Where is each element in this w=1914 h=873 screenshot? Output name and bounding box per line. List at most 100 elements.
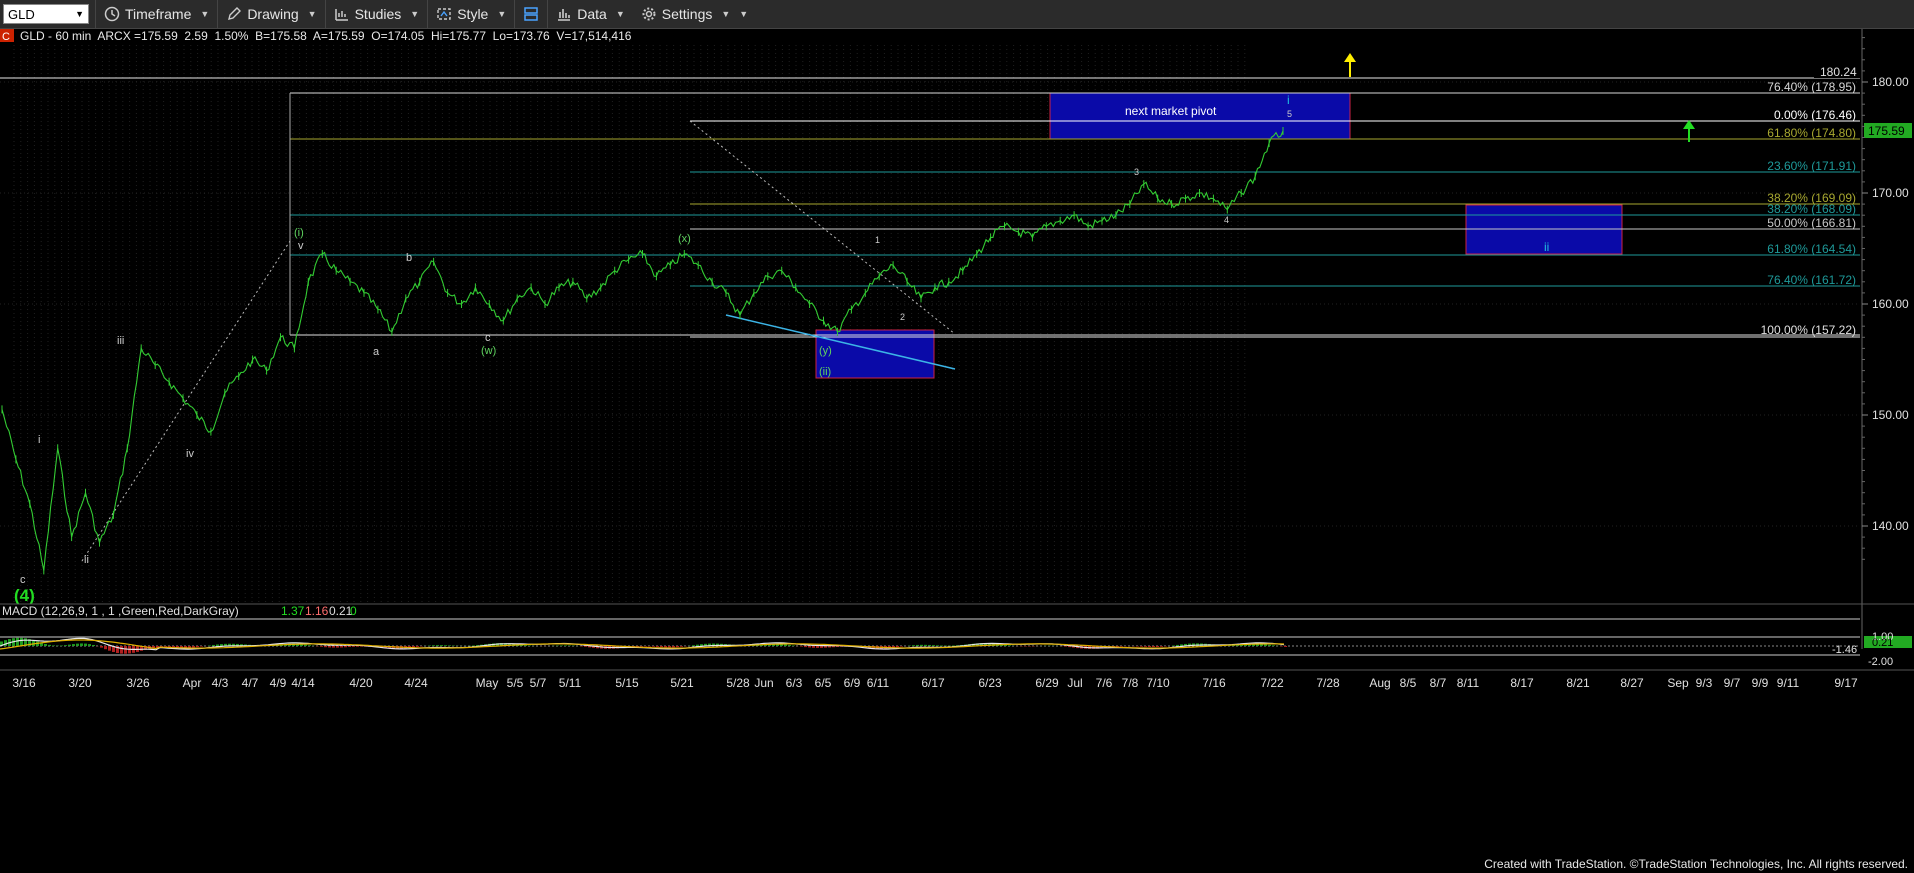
macd-value: 1.16 (305, 604, 329, 618)
settings-button[interactable]: Settings ▼ ▼ (633, 0, 756, 28)
macd-histogram-bar (108, 646, 111, 651)
caret-down-icon: ▼ (721, 9, 731, 19)
wave-label: (i) (294, 227, 304, 239)
wave-label: (ii) (819, 366, 831, 378)
macd-histogram-bar (900, 646, 903, 647)
wave-label: b (406, 252, 412, 264)
clock-icon (104, 6, 120, 22)
macd-histogram-bar (816, 646, 819, 648)
macd-histogram-bar (64, 645, 67, 646)
macd-histogram-bar (1140, 646, 1143, 647)
macd-histogram-bar (1156, 646, 1159, 647)
date-tick-label: 5/28 (726, 676, 750, 690)
macd-histogram-bar (1144, 646, 1147, 647)
macd-histogram-bar (212, 644, 215, 646)
toolbar: GLD ▼ Timeframe ▼ Drawing ▼ Studies ▼ St… (0, 0, 1914, 29)
date-tick-label: May (476, 676, 499, 690)
date-tick-label: 4/20 (349, 676, 373, 690)
macd-histogram-bar (436, 645, 439, 647)
date-tick-label: 7/22 (1260, 676, 1284, 690)
macd-histogram-bar (208, 645, 211, 647)
macd-histogram-bar (560, 645, 563, 646)
wave-label: 1 (875, 235, 880, 245)
macd-histogram-bar (1008, 645, 1011, 647)
date-tick-label: 8/5 (1400, 676, 1417, 690)
fib-level-label: 38.20% (168.09) (1767, 202, 1856, 216)
date-tick-label: 8/27 (1620, 676, 1644, 690)
date-tick-label: Jun (754, 676, 773, 690)
date-tick-label: 9/17 (1834, 676, 1858, 690)
overflow-caret-icon: ▼ (739, 9, 749, 19)
date-tick-label: 6/5 (815, 676, 832, 690)
date-tick-label: 5/5 (507, 676, 524, 690)
macd-histogram-bar (940, 645, 943, 647)
studies-button[interactable]: Studies ▼ (324, 0, 428, 28)
macd-histogram-bar (340, 646, 343, 648)
macd-histogram-bar (792, 645, 795, 647)
header-quote: GLD - 60 min ARCX =175.59 2.59 1.50% B=1… (20, 29, 632, 43)
date-tick-label: 9/3 (1696, 676, 1713, 690)
macd-histogram-bar (664, 646, 667, 648)
caret-down-icon: ▼ (497, 9, 507, 19)
date-tick-label: 9/7 (1724, 676, 1741, 690)
date-tick-label: Aug (1369, 676, 1390, 690)
style-label: Style (457, 6, 489, 22)
date-tick-label: 6/9 (844, 676, 861, 690)
macd-histogram-bar (472, 645, 475, 646)
data-label: Data (577, 6, 607, 22)
macd-histogram-bar (88, 644, 91, 646)
symbol-value: GLD (8, 6, 35, 22)
macd-histogram-bar (936, 645, 939, 647)
macd-histogram-bar (68, 644, 71, 647)
price-tick-label: 180.00 (1872, 75, 1909, 89)
macd-histogram-bar (584, 646, 587, 647)
macd-histogram-bar (20, 637, 23, 647)
layout-button[interactable] (514, 0, 547, 28)
wave-label: 3 (1134, 167, 1139, 177)
style-button[interactable]: Style ▼ (427, 0, 514, 28)
symbol-selector[interactable]: GLD ▼ (3, 4, 89, 24)
wave-label: 4 (1224, 215, 1229, 225)
macd-histogram-bar (124, 646, 127, 654)
date-tick-label: 9/9 (1752, 676, 1769, 690)
macd-histogram-bar (100, 646, 103, 648)
wave-label: 5 (1287, 109, 1292, 119)
macd-histogram-bar (924, 644, 927, 647)
macd-histogram-bar (788, 644, 791, 646)
macd-histogram-bar (48, 644, 51, 646)
date-tick-label: 5/7 (530, 676, 547, 690)
macd-histogram-bar (568, 645, 571, 646)
studies-label: Studies (354, 6, 402, 22)
price-chart[interactable]: C GLD - 60 min ARCX =175.59 2.59 1.50% B… (0, 29, 1914, 873)
macd-histogram-bar (1272, 645, 1275, 647)
drawing-button[interactable]: Drawing ▼ (217, 0, 324, 28)
date-tick-label: 8/17 (1510, 676, 1534, 690)
macd-histogram-bar (348, 646, 351, 647)
caret-down-icon: ▼ (200, 9, 210, 19)
up-arrow-icon (1344, 53, 1356, 77)
fib-level-label: 23.60% (171.91) (1767, 159, 1856, 173)
dotted-trendline-right (689, 120, 956, 335)
macd-histogram-bar (1120, 646, 1123, 647)
last-price-label: 175.59 (1868, 124, 1905, 138)
date-tick-label: 7/16 (1202, 676, 1226, 690)
studies-icon (334, 9, 348, 21)
style-icon (437, 8, 451, 20)
settings-label: Settings (661, 6, 713, 22)
chevron-down-icon: ▼ (75, 9, 84, 19)
macd-histogram-bar (328, 646, 331, 648)
macd-histogram-bar (652, 646, 655, 647)
date-tick-label: 3/26 (126, 676, 150, 690)
macd-histogram-bar (932, 645, 935, 647)
pencil-icon (228, 7, 242, 20)
macd-histogram-bar (1160, 646, 1163, 647)
wave-label: iv (186, 448, 194, 460)
macd-histogram-bar (432, 645, 435, 646)
macd-histogram-bar (656, 646, 659, 647)
wave-label: (x) (678, 233, 691, 245)
data-button[interactable]: Data ▼ (547, 0, 633, 28)
timeframe-button[interactable]: Timeframe ▼ (95, 0, 217, 28)
macd-histogram-bar (1264, 644, 1267, 646)
macd-histogram-bar (1268, 644, 1271, 647)
date-tick-label: 4/24 (404, 676, 428, 690)
